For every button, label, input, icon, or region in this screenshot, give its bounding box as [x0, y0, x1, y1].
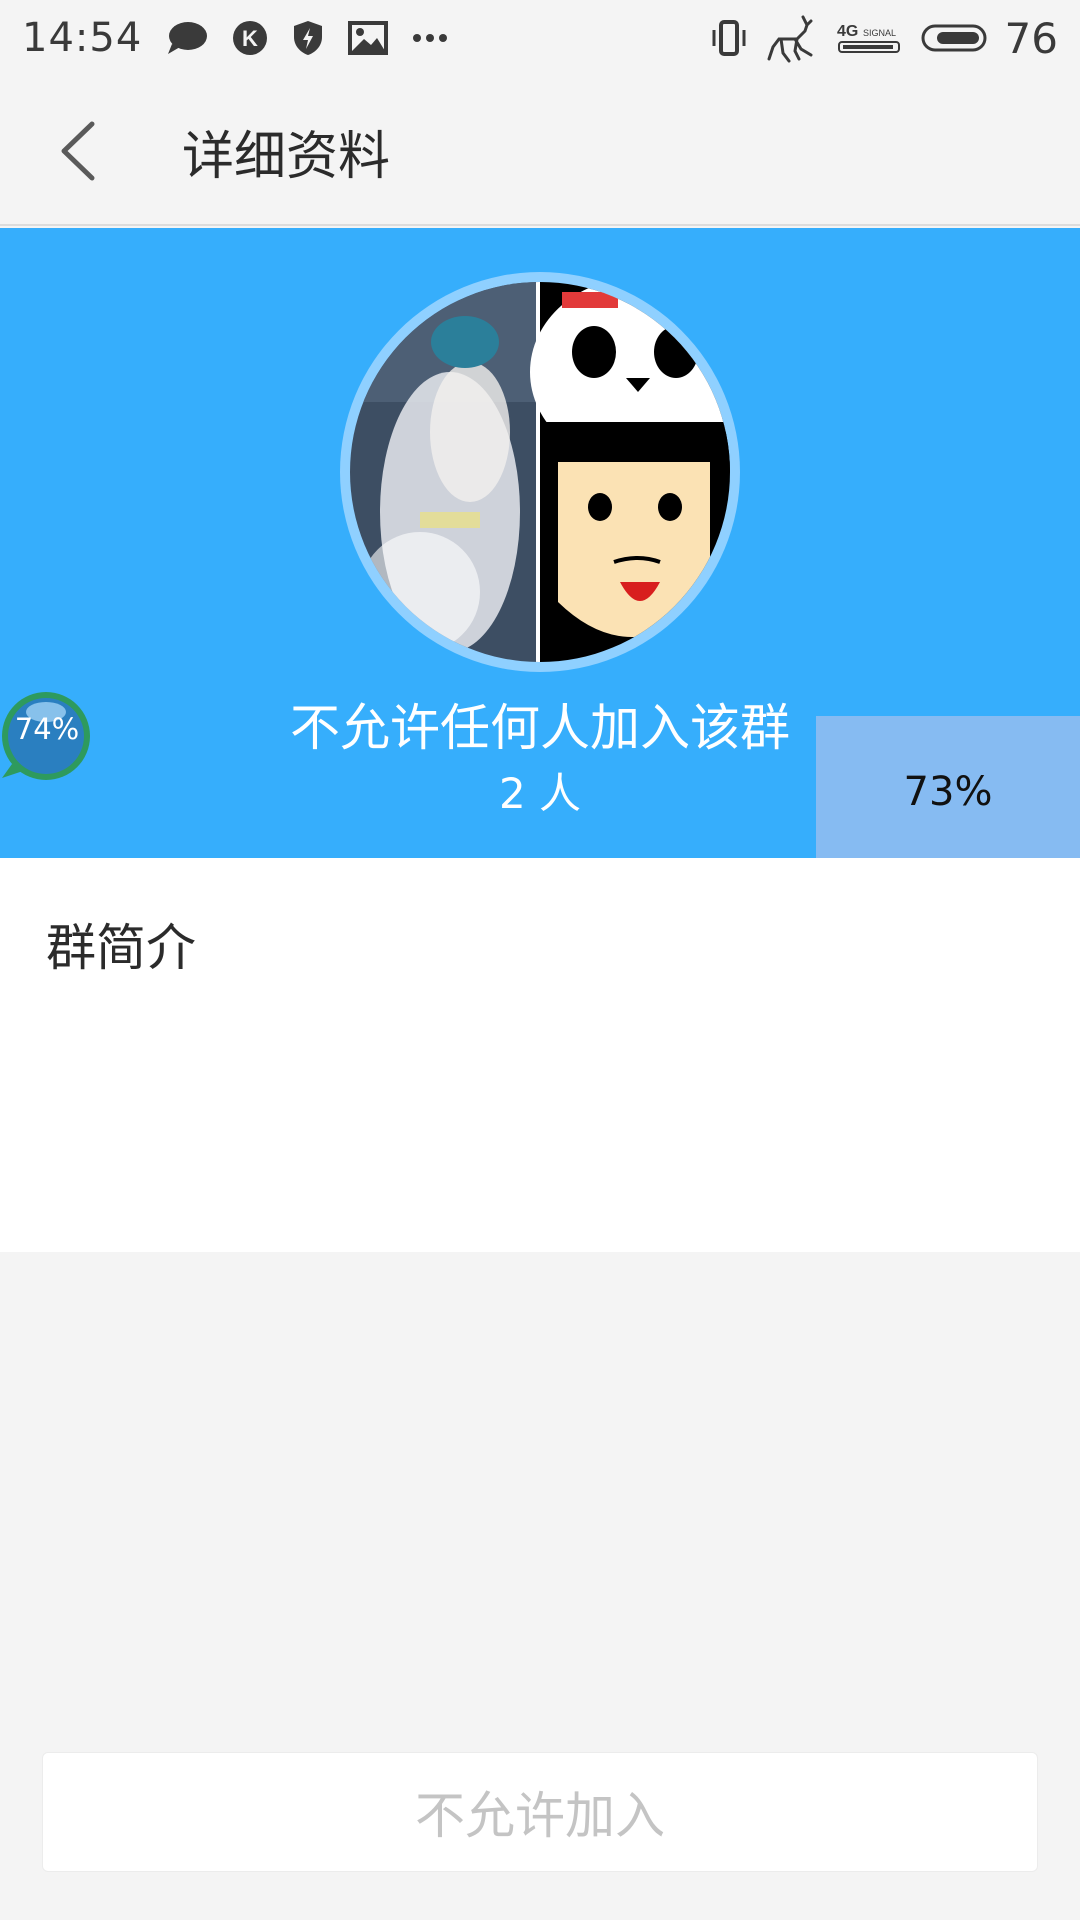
- group-intro-section: 群简介: [0, 858, 1080, 1252]
- title-bar: 详细资料: [0, 76, 1080, 226]
- join-group-button[interactable]: 不允许加入: [42, 1752, 1038, 1872]
- k-badge-icon: K: [233, 21, 268, 55]
- status-time: 14:54: [22, 15, 143, 61]
- svg-text:K: K: [242, 26, 258, 51]
- battery-level: 76: [1004, 13, 1058, 63]
- usage-overlay-box[interactable]: 73%: [816, 716, 1080, 858]
- image-icon: [348, 21, 389, 55]
- page-title: 详细资料: [182, 127, 391, 187]
- group-profile-screen: 14:54 K 4G SIGNAL 76 详细资料 不允许任何人加入该群 2 人…: [0, 0, 1080, 1920]
- deer-icon: [767, 15, 813, 63]
- back-button[interactable]: [48, 114, 112, 188]
- chevron-left-icon: [61, 121, 95, 181]
- avatar-image: [350, 282, 730, 662]
- bubble-percent: 74%: [14, 712, 80, 746]
- box-percent: 73%: [903, 769, 993, 815]
- group-avatar[interactable]: [340, 272, 740, 672]
- join-button-label: 不允许加入: [415, 1787, 665, 1845]
- intro-title: 群简介: [46, 919, 196, 977]
- battery-icon: [921, 24, 987, 52]
- more-dots-icon: [413, 34, 448, 42]
- chat-bubble-icon: [168, 22, 208, 54]
- 4g-signal-icon: 4G SIGNAL: [837, 23, 900, 53]
- vibrate-icon: [712, 20, 746, 56]
- svg-text:4G: 4G: [837, 23, 858, 40]
- shield-bolt-icon: [294, 21, 323, 55]
- svg-text:SIGNAL: SIGNAL: [863, 28, 896, 38]
- status-bar: 14:54 K 4G SIGNAL 76: [0, 0, 1080, 76]
